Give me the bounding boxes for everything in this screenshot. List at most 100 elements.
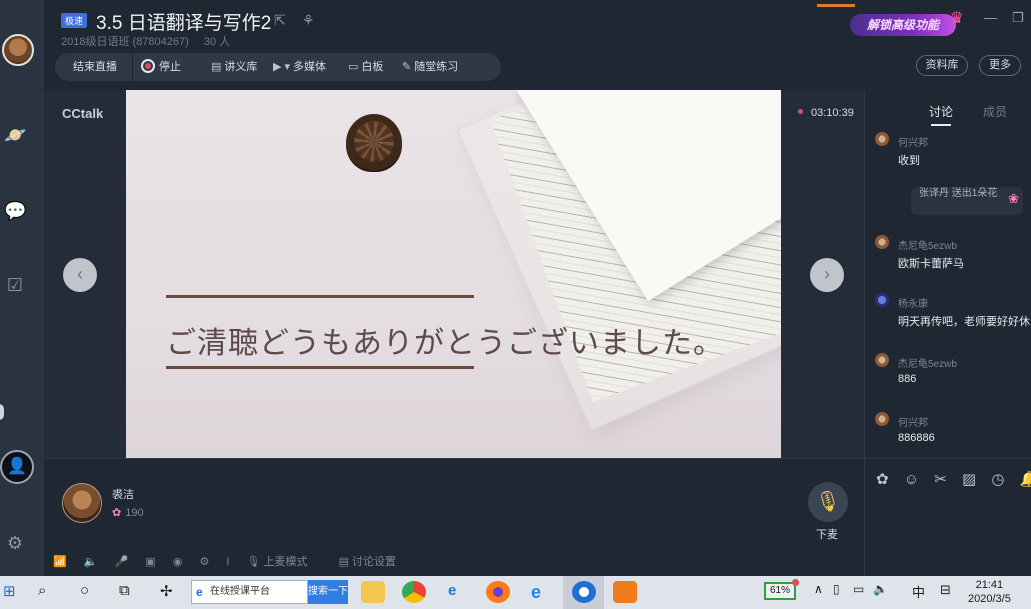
cortana-icon[interactable]: ○ <box>80 582 89 599</box>
sender-avatar <box>875 235 889 249</box>
sender-avatar <box>875 412 889 426</box>
whiteboard-button[interactable]: ▭ 白板 <box>348 53 383 81</box>
planet-icon[interactable]: 🪐 <box>4 124 26 146</box>
slide-rule-bottom <box>166 366 474 369</box>
speaker-icon[interactable]: 🔈 <box>84 556 98 568</box>
minimize-icon[interactable]: — <box>984 10 997 25</box>
teacher-name: 裘洁 <box>112 489 134 501</box>
firefox-icon[interactable] <box>486 581 510 603</box>
battery-indicator[interactable]: 61% <box>764 579 799 600</box>
powerpoint-icon[interactable] <box>613 581 637 603</box>
class-title: 3.5 日语翻译与写作2 <box>96 13 272 34</box>
internet-explorer-icon[interactable]: e <box>531 582 541 603</box>
ime-mode-icon[interactable]: ⊟ <box>940 582 951 598</box>
share-icon[interactable]: ⇱ <box>274 12 286 29</box>
ime-indicator[interactable]: 中 <box>912 582 925 601</box>
toolbar-divider <box>132 53 133 81</box>
tab-members[interactable]: 成员 <box>983 103 1007 120</box>
cctalk-logo: CCtalk <box>62 106 104 121</box>
class-group-name: 2018级日语班 (87804267) <box>61 36 189 48</box>
sender-name: 何兴邦 <box>898 418 928 429</box>
stop-recording-button[interactable]: 停止 <box>141 53 181 81</box>
collapse-handle[interactable] <box>0 404 4 420</box>
discussion-settings-button[interactable]: ▤ 讨论设置 <box>339 556 410 568</box>
calendar-check-icon[interactable]: ☑ <box>4 274 26 296</box>
chrome-icon[interactable] <box>402 581 426 603</box>
tab-discussion[interactable]: 讨论 <box>929 103 953 126</box>
chat-bubble-icon[interactable]: 💬 <box>4 200 26 222</box>
video-play-icon: ▶ ▾ <box>273 61 291 73</box>
next-slide-button[interactable]: › <box>810 258 844 292</box>
camera-preview[interactable]: 👤 <box>0 450 34 484</box>
emoji-icon[interactable]: ☺ <box>904 471 919 488</box>
search-icon[interactable]: ⌕ <box>38 582 46 599</box>
live-timer: 03:10:39 <box>798 107 854 119</box>
scissors-icon[interactable]: ✂ <box>934 471 947 488</box>
sender-name: 杰尼龟5ezwb <box>898 359 957 370</box>
mic-down-button[interactable]: 🎙 <box>808 482 848 522</box>
edge-icon[interactable]: e <box>448 582 456 599</box>
gift-text: 张译丹 送出1朵花 <box>919 188 998 199</box>
slide-rule-top <box>166 295 474 298</box>
clock-time: 21:41 <box>975 579 1004 591</box>
unlock-premium-button[interactable]: 解锁高级功能 <box>850 8 964 36</box>
web-search-input[interactable]: 在线授课平台 <box>191 580 308 604</box>
sender-avatar <box>875 132 889 146</box>
message-text: 886886 <box>898 432 935 444</box>
web-search-button[interactable]: 搜索一下 <box>308 580 348 604</box>
slides-icon: ▤ <box>211 61 222 73</box>
mic-mode-button[interactable]: 🎙 上麦模式 <box>247 556 322 568</box>
clock-icon[interactable]: ◷ <box>991 471 1004 488</box>
pinwheel-icon[interactable]: ✢ <box>160 582 173 600</box>
bottom-toolbar: 📶 🔈 🎤 ▣ ◉ ⚙ I 🎙 上麦模式 ▤ 讨论设置 <box>53 553 424 569</box>
camera-icon[interactable]: ◉ <box>173 556 183 568</box>
end-live-button[interactable]: 结束直播 <box>73 53 117 81</box>
sender-name: 杰尼龟5ezwb <box>898 241 957 252</box>
left-rail: 🪐 💬 ☑ 👤 ⚙ <box>0 0 44 576</box>
teacher-panel: 裘洁 ✿ 190 🎙 下麦 📶 🔈 🎤 ▣ ◉ ⚙ I 🎙 上麦模式 ▤ 讨论设置 <box>44 458 864 576</box>
sender-name: 杨永康 <box>898 299 928 310</box>
stop-label: 停止 <box>159 61 181 73</box>
file-explorer-icon[interactable] <box>361 581 385 603</box>
mic-mode-label: 上麦模式 <box>263 556 308 568</box>
settings-gear-icon[interactable]: ⚙ <box>4 532 26 554</box>
message-text: 886 <box>898 373 917 385</box>
resources-button[interactable]: 资料库 <box>916 55 968 76</box>
microphone-small-icon[interactable]: 🎤 <box>115 556 129 568</box>
system-clock[interactable]: 21:41 2020/3/5 <box>968 578 1011 606</box>
more-button[interactable]: 更多 <box>979 55 1021 76</box>
screen-icon[interactable]: ▣ <box>145 556 155 568</box>
previous-slide-button[interactable]: ‹ <box>63 258 97 292</box>
restore-icon[interactable]: ❐ <box>1012 10 1024 26</box>
flower-send-icon[interactable]: ✿ <box>876 471 889 488</box>
teacher-avatar <box>62 483 102 523</box>
slide-text: ご清聴どうもありがとうございました。 <box>166 326 724 361</box>
multimedia-label: 多媒体 <box>293 61 327 73</box>
add-member-icon[interactable]: ⚘ <box>302 12 315 29</box>
handout-button[interactable]: ▤ 讲义库 <box>211 53 257 81</box>
volume-icon[interactable]: 🔈 <box>873 582 888 596</box>
cctalk-window: 🪐 💬 ☑ 👤 ⚙ 极速 3.5 日语翻译与写作2 ⇱ ⚘ 2018级日语班 (… <box>0 0 1031 576</box>
settings-icon[interactable]: ⚙ <box>199 556 209 568</box>
class-header: 极速 3.5 日语翻译与写作2 ⇱ ⚘ 2018级日语班 (87804267) … <box>44 0 1031 90</box>
windows-start-icon[interactable]: ⊞ <box>3 582 16 600</box>
sender-avatar <box>875 293 889 307</box>
image-icon[interactable]: ▨ <box>962 471 976 488</box>
battery-icon[interactable]: ▯ <box>833 582 840 596</box>
network-icon[interactable]: 📶 <box>53 556 67 568</box>
bell-icon[interactable]: 🔔 <box>1020 471 1031 488</box>
live-toolbar: 结束直播 停止 ▤ 讲义库 ▶ ▾ 多媒体 ▭ 白板 ✎ 随堂练习 <box>55 53 501 81</box>
cctalk-app-icon[interactable] <box>572 581 596 603</box>
user-avatar[interactable] <box>2 34 34 66</box>
speed-badge: 极速 <box>61 13 88 28</box>
show-hidden-icons[interactable]: ∧ <box>814 582 823 596</box>
chat-toolbar: ✿ ☺ ✂ ▨ ◷ 🔔 <box>865 458 1031 488</box>
quiz-button[interactable]: ✎ 随堂练习 <box>402 53 458 81</box>
toolbar-separator: I <box>226 556 230 568</box>
message-text: 欧斯卡蕾萨马 <box>898 258 964 270</box>
message-text: 收到 <box>898 155 920 167</box>
presentation-stage: CCtalk ご清聴どうもありがとうございました。 ‹ › 03:10:39 <box>44 90 864 458</box>
task-view-icon[interactable]: ⧉ <box>119 582 130 599</box>
multimedia-button[interactable]: ▶ ▾ 多媒体 <box>273 53 326 81</box>
network-tray-icon[interactable]: ▭ <box>853 582 864 596</box>
